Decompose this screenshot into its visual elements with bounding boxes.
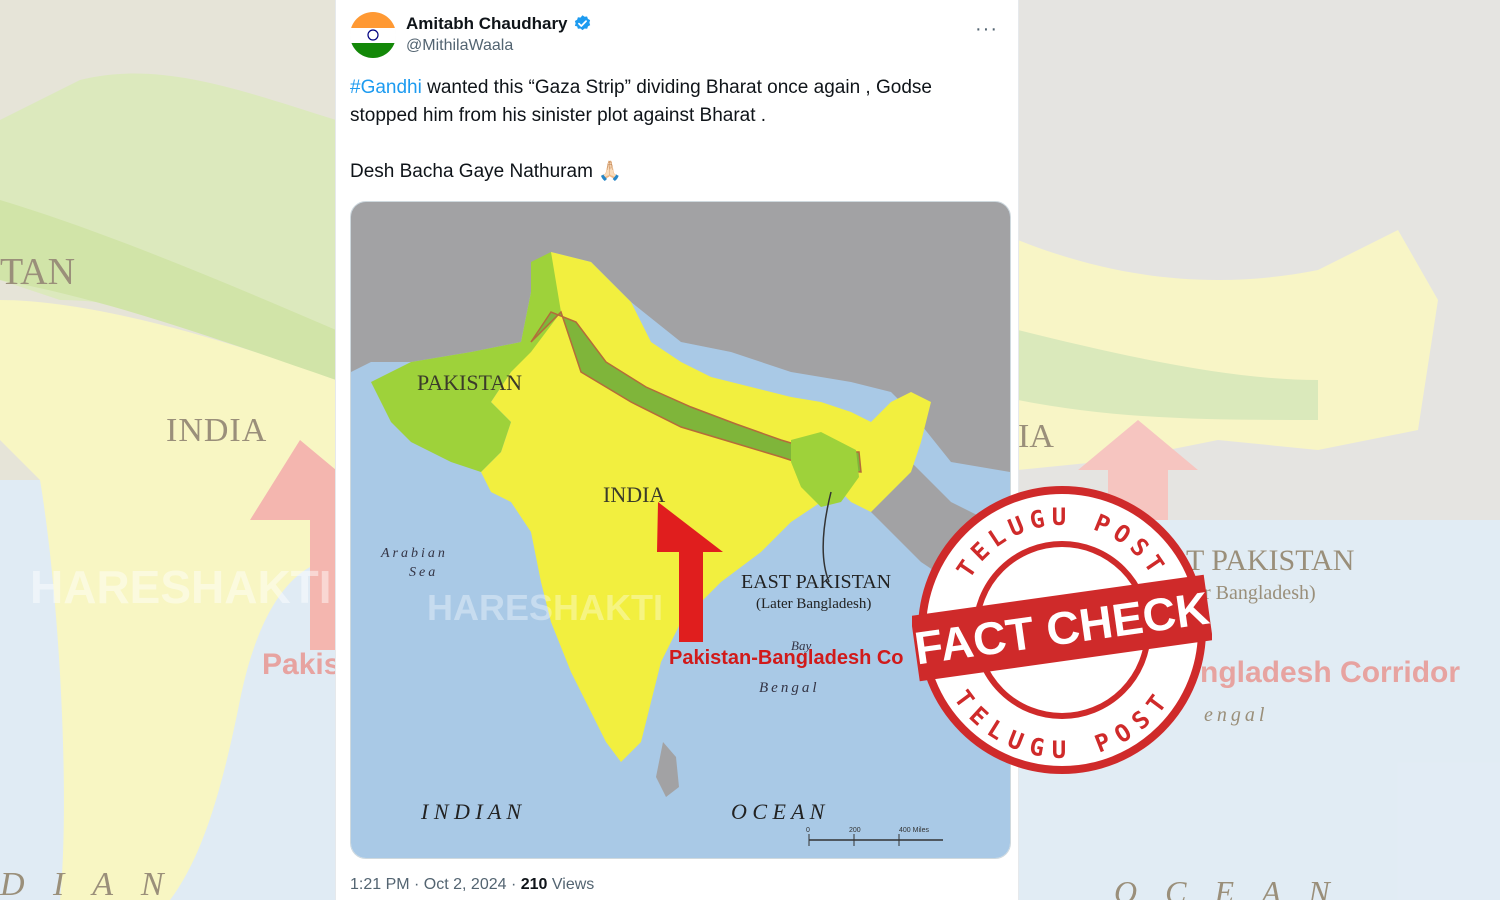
tweet-header: Amitabh Chaudhary @MithilaWaala ···: [350, 12, 1004, 60]
fact-check-stamp: TELUGU POST TELUGU POST FACT CHECK: [910, 480, 1213, 776]
map-later-bangladesh-label: (Later Bangladesh): [756, 596, 871, 612]
tweet-text-line1: #Gandhi wanted this “Gaza Strip” dividin…: [350, 74, 990, 130]
tweet-meta: 1:21 PM · Oct 2, 2024 · 210 Views: [350, 876, 594, 894]
tweet-timestamp[interactable]: 1:21 PM · Oct 2, 2024 ·: [350, 876, 521, 893]
author-name[interactable]: Amitabh Chaudhary: [406, 14, 568, 34]
views-count: 210: [520, 876, 548, 893]
map-arabian-label: Arabian: [380, 546, 448, 561]
map-ocean-label: O C E A N: [731, 799, 826, 824]
scale-label-200: 200: [849, 827, 861, 834]
bg-later-bangladesh-label: r Bangladesh): [1204, 582, 1316, 604]
scale-label-400: 400 Miles: [899, 827, 929, 834]
bg-india-label: INDIA: [166, 412, 268, 449]
bg-pakistan-label: TAN: [0, 251, 76, 293]
map-bengal-label: Bengal: [759, 680, 820, 696]
map-bay-label: Bay: [791, 638, 811, 653]
map-pakistan-label: PAKISTAN: [417, 370, 522, 395]
bg-bengal-label: engal: [1204, 704, 1269, 726]
scale-label-0: 0: [806, 827, 810, 834]
bg-corridor-label-right: ngladesh Corridor: [1200, 656, 1461, 689]
more-options-icon[interactable]: ···: [975, 18, 998, 41]
map-watermark: HARESHAKTI: [427, 587, 663, 628]
fact-check-stamp-graphic: TELUGU POST TELUGU POST FACT CHECK: [910, 486, 1213, 774]
india-flag-avatar-icon: [350, 12, 396, 58]
verified-badge-icon: [574, 15, 591, 31]
bg-india-label-right: IA: [1018, 418, 1054, 455]
bg-ocean-label: D I A N: [0, 866, 174, 900]
tweet-text-line2: Desh Bacha Gaye Nathuram 🙏🏻: [350, 161, 622, 182]
bg-ocean-label-right: O C E A N: [1114, 874, 1340, 900]
map-indian-label: I N D I A N: [420, 799, 522, 824]
bg-corridor-label: Pakis: [262, 648, 336, 681]
map-east-pakistan-label: EAST PAKISTAN: [741, 571, 891, 593]
bg-watermark: HARESHAKTI: [30, 561, 332, 613]
map-sea-label: Sea: [409, 565, 438, 580]
tweet-text: #Gandhi wanted this “Gaza Strip” dividin…: [350, 74, 990, 186]
tweet-text-body: wanted this “Gaza Strip” dividing Bharat…: [350, 77, 932, 126]
author-handle[interactable]: @MithilaWaala: [406, 37, 513, 55]
views-label: Views: [547, 876, 595, 893]
map-corridor-label: Pakistan-Bangladesh Co: [669, 647, 904, 669]
background-left-panel: TAN INDIA HARESHAKTI Pakis D I A N: [0, 0, 336, 900]
avatar[interactable]: [350, 12, 396, 58]
map-india-label: INDIA: [603, 482, 665, 507]
hashtag-link[interactable]: #Gandhi: [350, 77, 422, 98]
